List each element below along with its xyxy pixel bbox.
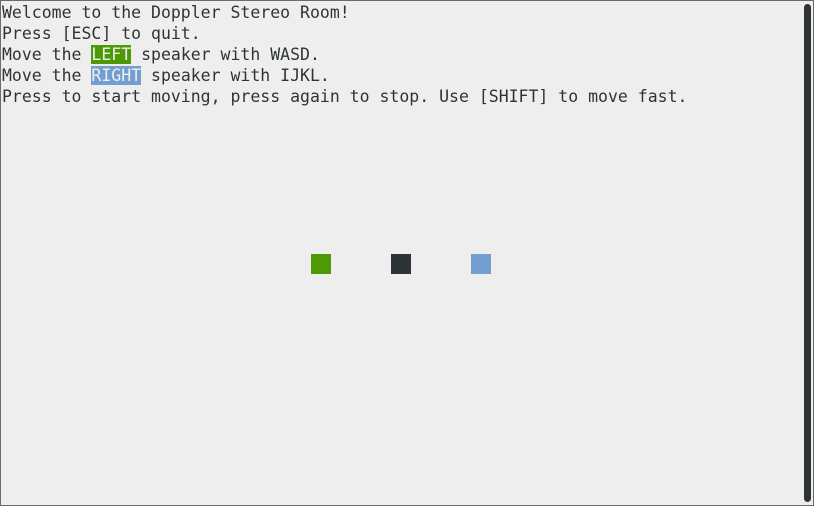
right-speaker-instruction: Move the RIGHT speaker with IJKL. <box>2 65 330 86</box>
listener-block <box>391 254 411 274</box>
scrollbar-thumb[interactable] <box>804 4 811 502</box>
terminal-window[interactable]: Welcome to the Doppler Stereo Room! Pres… <box>0 0 814 506</box>
left-speaker-instruction: Move the LEFT speaker with WASD. <box>2 44 320 65</box>
welcome-line: Welcome to the Doppler Stereo Room! <box>2 3 350 22</box>
left-line-suffix: speaker with WASD. <box>131 45 320 64</box>
scrollbar[interactable] <box>801 1 813 505</box>
instructions-line: Press to start moving, press again to st… <box>2 87 688 106</box>
left-line-prefix: Move the <box>2 45 92 64</box>
right-highlight-label: RIGHT <box>91 66 142 85</box>
right-line-prefix: Move the <box>2 66 92 85</box>
left-speaker-block <box>311 254 331 274</box>
right-speaker-block <box>471 254 491 274</box>
quit-line: Press [ESC] to quit. <box>2 24 201 43</box>
right-line-suffix: speaker with IJKL. <box>141 66 330 85</box>
left-highlight-label: LEFT <box>91 45 132 64</box>
